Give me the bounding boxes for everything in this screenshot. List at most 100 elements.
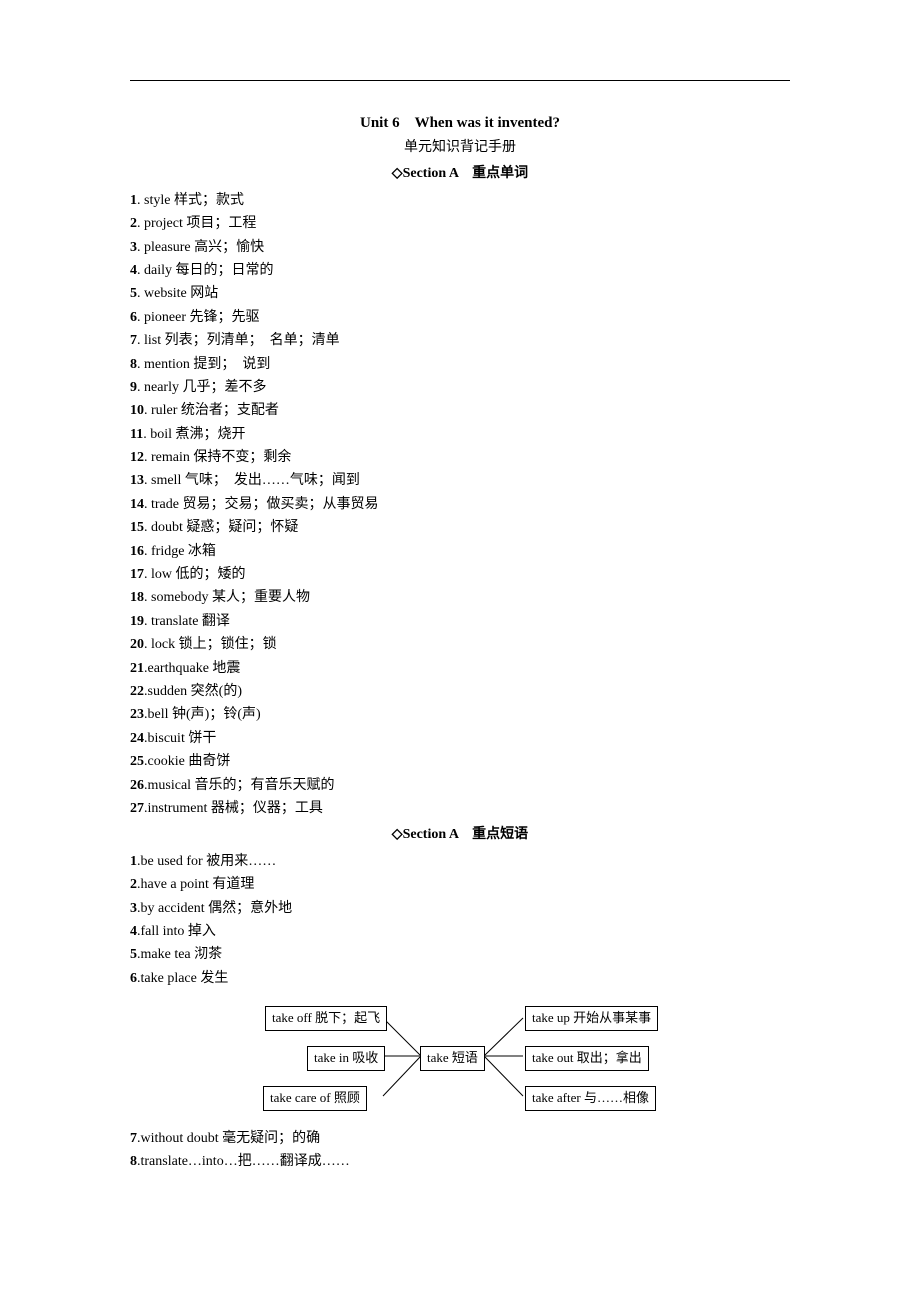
item-text: . fridge 冰箱 — [144, 544, 216, 559]
diagram-box-take-care-of: take care of 照顾 — [263, 1086, 367, 1111]
item-text: . remain 保持不变；剩余 — [144, 450, 291, 465]
item-text: . somebody 某人；重要人物 — [144, 590, 310, 605]
section-a-phrases-top: 1.be used for 被用来……2.have a point 有道理3.b… — [130, 851, 790, 990]
item-number: 19 — [130, 614, 144, 629]
item-text: .take place 发生 — [137, 971, 228, 986]
item-number: 20 — [130, 637, 144, 652]
section-a-words-list: 1. style 样式；款式2. project 项目；工程3. pleasur… — [130, 190, 790, 821]
item-number: 2 — [130, 216, 137, 231]
take-phrases-diagram: take 短语 take off 脱下；起飞 take in 吸收 take c… — [130, 998, 790, 1118]
item-number: 8 — [130, 357, 137, 372]
item-text: . pioneer 先锋；先驱 — [137, 310, 259, 325]
list-item: 7. list 列表；列清单； 名单；清单 — [130, 330, 790, 352]
item-number: 12 — [130, 450, 144, 465]
list-item: 11. boil 煮沸；烧开 — [130, 424, 790, 446]
list-item: 6. pioneer 先锋；先驱 — [130, 307, 790, 329]
list-item: 8.translate…into…把……翻译成…… — [130, 1151, 790, 1173]
item-text: .bell 钟(声)；铃(声) — [144, 707, 261, 722]
item-text: .by accident 偶然；意外地 — [137, 901, 292, 916]
list-item: 21.earthquake 地震 — [130, 658, 790, 680]
item-text: . daily 每日的；日常的 — [137, 263, 274, 278]
page-title: Unit 6 When was it invented? — [130, 111, 790, 135]
item-text: . style 样式；款式 — [137, 193, 244, 208]
item-text: . website 网站 — [137, 286, 218, 301]
item-number: 11 — [130, 427, 143, 442]
horizontal-divider — [130, 80, 790, 81]
item-number: 15 — [130, 520, 144, 535]
item-text: .make tea 沏茶 — [137, 947, 222, 962]
list-item: 15. doubt 疑惑；疑问；怀疑 — [130, 517, 790, 539]
item-text: .instrument 器械；仪器；工具 — [144, 801, 323, 816]
list-item: 14. trade 贸易；交易；做买卖；从事贸易 — [130, 494, 790, 516]
item-number: 13 — [130, 473, 144, 488]
item-text: .biscuit 饼干 — [144, 731, 216, 746]
item-text: . lock 锁上；锁住；锁 — [144, 637, 277, 652]
list-item: 18. somebody 某人；重要人物 — [130, 587, 790, 609]
diagram-box-take-after: take after 与……相像 — [525, 1086, 656, 1111]
item-number: 17 — [130, 567, 144, 582]
item-number: 14 — [130, 497, 144, 512]
item-text: . ruler 统治者；支配者 — [144, 403, 279, 418]
list-item: 26.musical 音乐的；有音乐天赋的 — [130, 775, 790, 797]
item-number: 3 — [130, 240, 137, 255]
section-a-words-header: ◇Section A 重点单词 — [130, 163, 790, 185]
list-item: 25.cookie 曲奇饼 — [130, 751, 790, 773]
item-number: 7 — [130, 1131, 137, 1146]
item-number: 16 — [130, 544, 144, 559]
item-number: 4 — [130, 263, 137, 278]
item-text: .without doubt 毫无疑问；的确 — [137, 1131, 320, 1146]
item-number: 6 — [130, 310, 137, 325]
item-number: 25 — [130, 754, 144, 769]
list-item: 9. nearly 几乎；差不多 — [130, 377, 790, 399]
item-text: . doubt 疑惑；疑问；怀疑 — [144, 520, 298, 535]
item-text: . smell 气味； 发出……气味；闻到 — [144, 473, 360, 488]
diagram-box-take-out: take out 取出；拿出 — [525, 1046, 649, 1071]
item-number: 8 — [130, 1154, 137, 1169]
item-number: 7 — [130, 333, 137, 348]
item-text: . boil 煮沸；烧开 — [143, 427, 245, 442]
item-number: 21 — [130, 661, 144, 676]
list-item: 12. remain 保持不变；剩余 — [130, 447, 790, 469]
item-number: 18 — [130, 590, 144, 605]
diagram-center-box: take 短语 — [420, 1046, 485, 1071]
item-number: 2 — [130, 877, 137, 892]
list-item: 5. website 网站 — [130, 283, 790, 305]
item-text: . list 列表；列清单； 名单；清单 — [137, 333, 340, 348]
list-item: 23.bell 钟(声)；铃(声) — [130, 704, 790, 726]
list-item: 4. daily 每日的；日常的 — [130, 260, 790, 282]
list-item: 17. low 低的；矮的 — [130, 564, 790, 586]
item-number: 1 — [130, 854, 137, 869]
list-item: 16. fridge 冰箱 — [130, 541, 790, 563]
item-text: .musical 音乐的；有音乐天赋的 — [144, 778, 335, 793]
item-text: .be used for 被用来…… — [137, 854, 276, 869]
item-text: .sudden 突然(的) — [144, 684, 242, 699]
item-number: 23 — [130, 707, 144, 722]
item-number: 5 — [130, 286, 137, 301]
list-item: 1.be used for 被用来…… — [130, 851, 790, 873]
item-text: . project 项目；工程 — [137, 216, 256, 231]
item-text: .earthquake 地震 — [144, 661, 240, 676]
item-number: 22 — [130, 684, 144, 699]
item-text: . trade 贸易；交易；做买卖；从事贸易 — [144, 497, 378, 512]
list-item: 3. pleasure 高兴；愉快 — [130, 237, 790, 259]
diagram-box-take-in: take in 吸收 — [307, 1046, 385, 1071]
list-item: 5.make tea 沏茶 — [130, 944, 790, 966]
item-number: 6 — [130, 971, 137, 986]
item-number: 9 — [130, 380, 137, 395]
item-number: 1 — [130, 193, 137, 208]
section-a-phrases-bottom: 7.without doubt 毫无疑问；的确8.translate…into…… — [130, 1128, 790, 1174]
diagram-box-take-off: take off 脱下；起飞 — [265, 1006, 387, 1031]
item-text: .fall into 掉入 — [137, 924, 216, 939]
list-item: 24.biscuit 饼干 — [130, 728, 790, 750]
item-text: .have a point 有道理 — [137, 877, 254, 892]
list-item: 4.fall into 掉入 — [130, 921, 790, 943]
list-item: 2. project 项目；工程 — [130, 213, 790, 235]
list-item: 20. lock 锁上；锁住；锁 — [130, 634, 790, 656]
item-text: . low 低的；矮的 — [144, 567, 246, 582]
item-number: 3 — [130, 901, 137, 916]
list-item: 2.have a point 有道理 — [130, 874, 790, 896]
item-text: .translate…into…把……翻译成…… — [137, 1154, 350, 1169]
list-item: 3.by accident 偶然；意外地 — [130, 898, 790, 920]
page-subtitle: 单元知识背记手册 — [130, 137, 790, 159]
item-text: . nearly 几乎；差不多 — [137, 380, 266, 395]
